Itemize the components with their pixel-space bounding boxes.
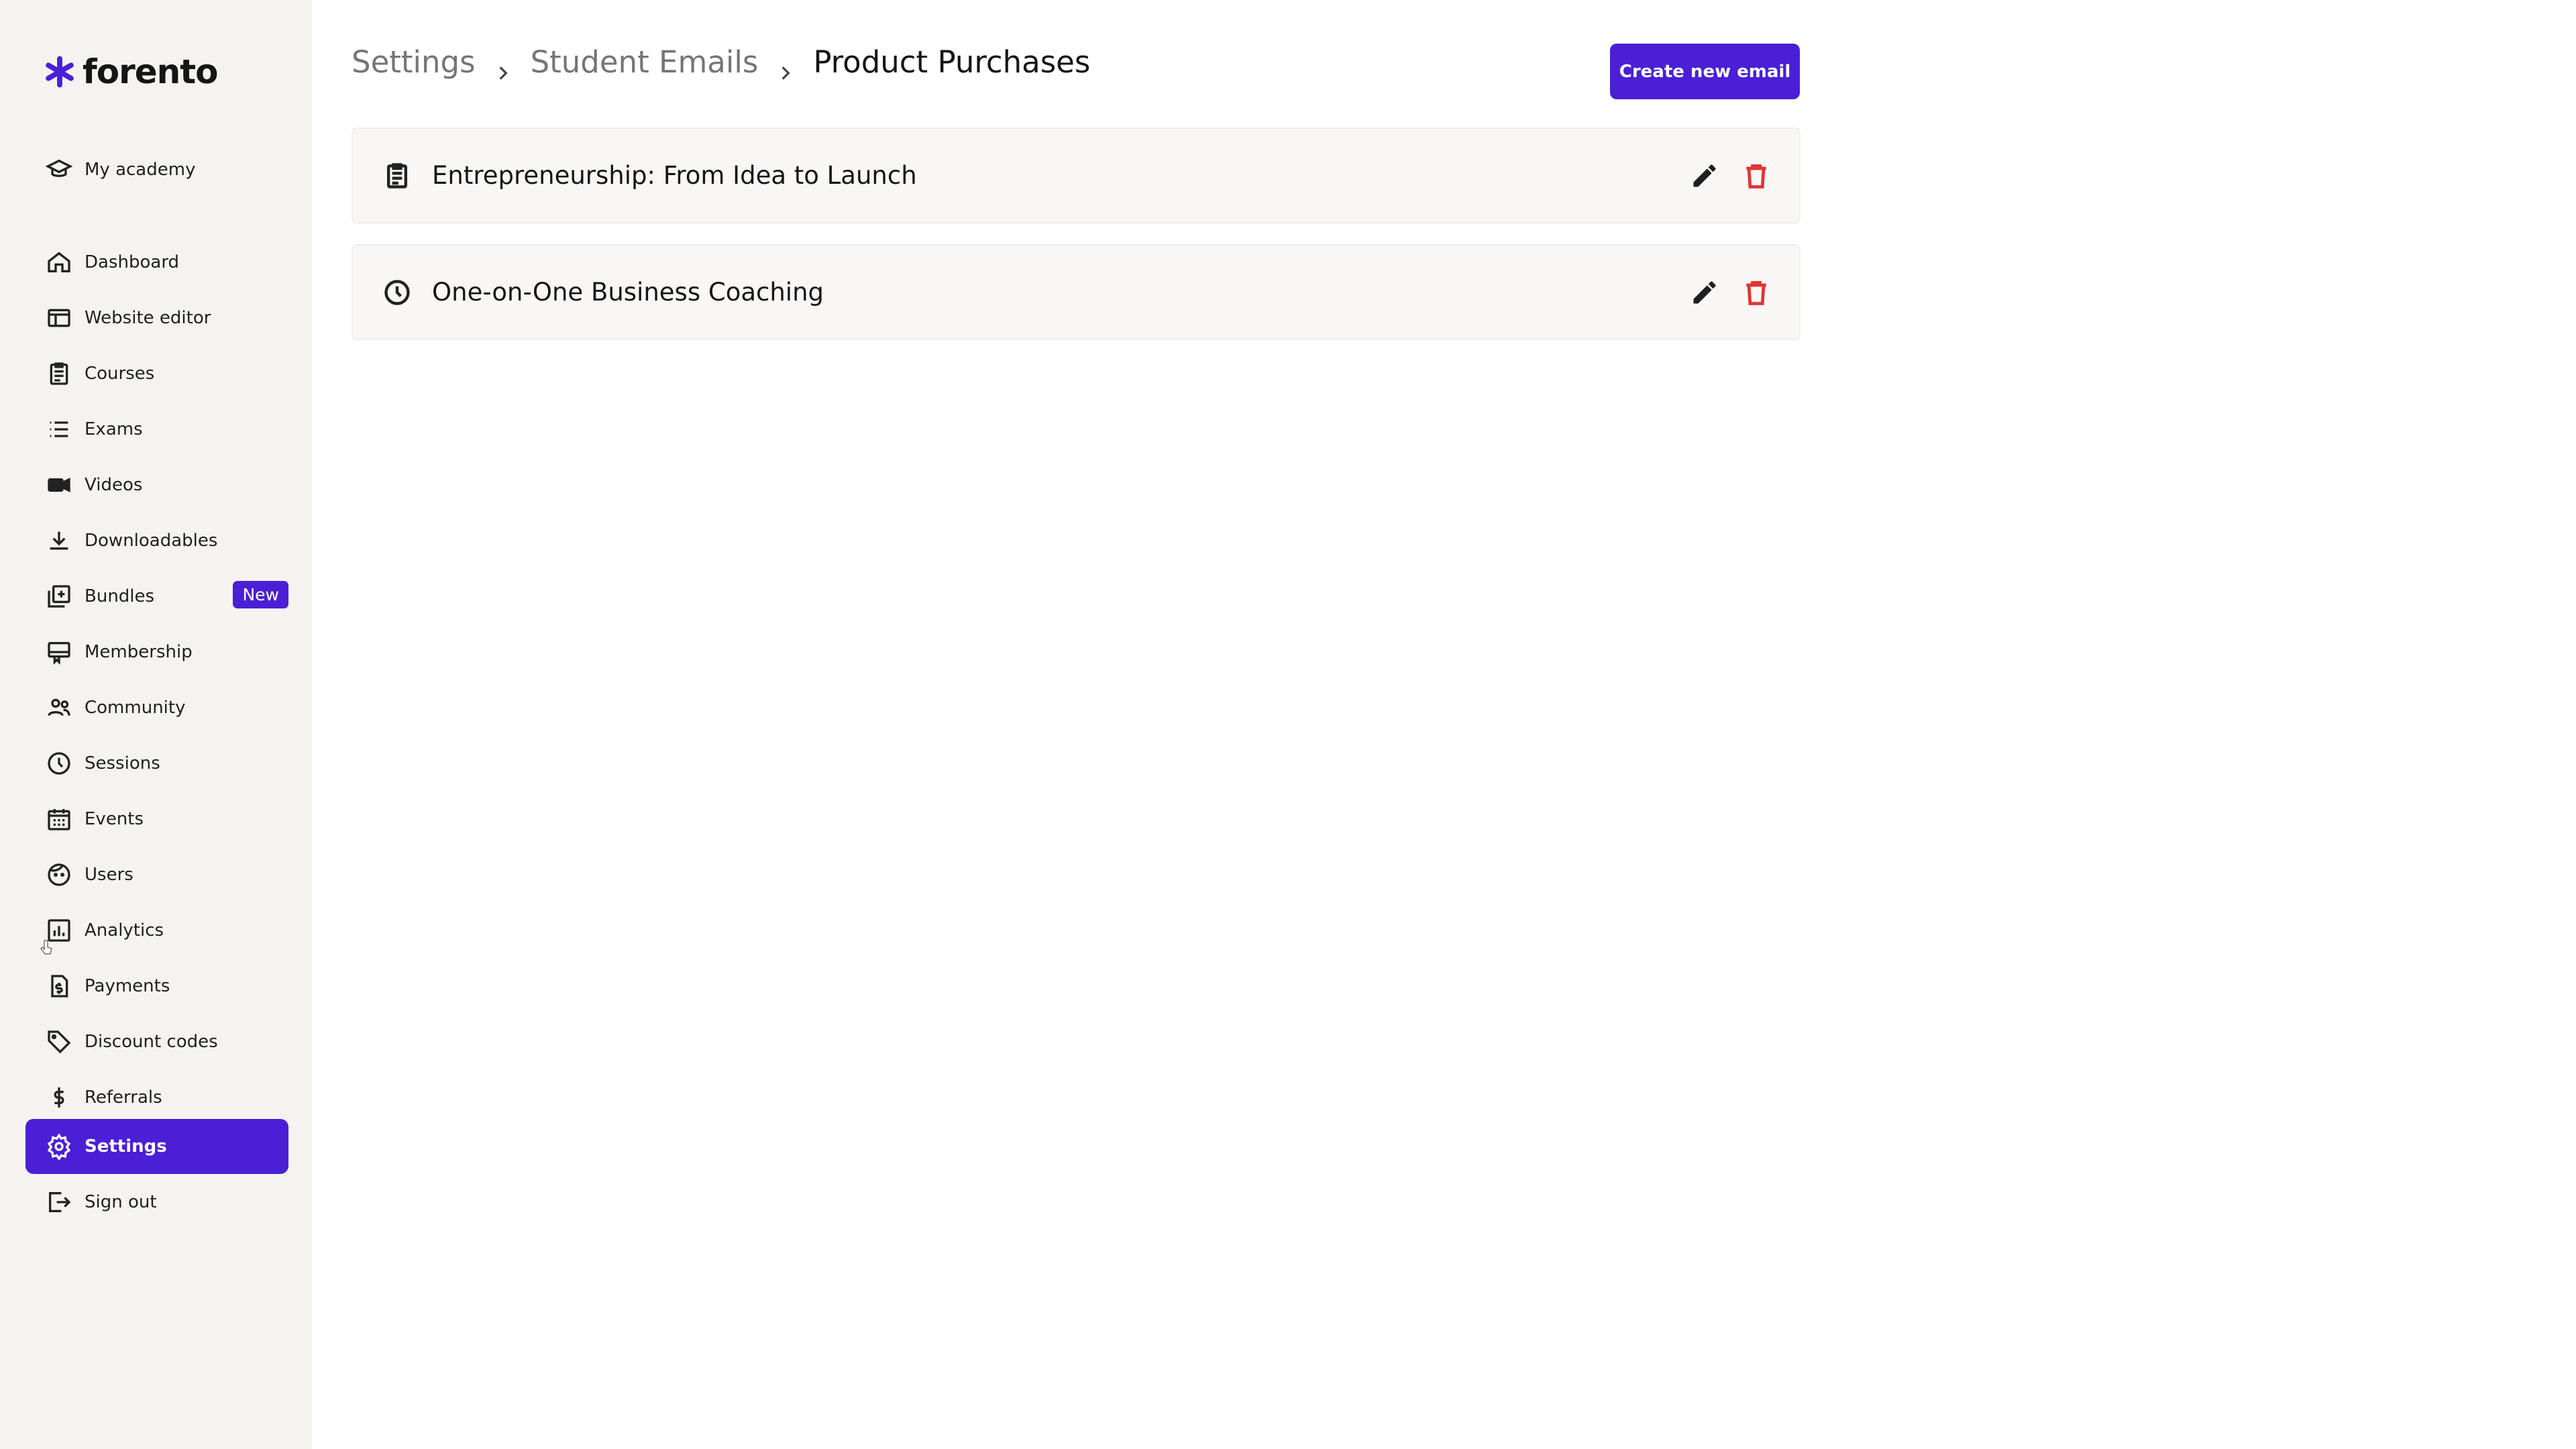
invoice-dollar-icon	[44, 971, 74, 1001]
face-icon	[44, 860, 74, 890]
sidebar-item-membership[interactable]: Membership	[25, 625, 288, 680]
sidebar-item-videos[interactable]: Videos	[25, 458, 288, 513]
breadcrumb-student-emails[interactable]: Student Emails	[531, 44, 759, 80]
sidebar-item-label: Settings	[85, 1136, 167, 1157]
email-title: One-on-One Business Coaching	[432, 278, 824, 307]
clipboard-icon	[44, 359, 74, 388]
sidebar-item-label: Analytics	[85, 920, 164, 941]
sidebar-item-referrals[interactable]: Referrals	[25, 1070, 288, 1125]
video-camera-icon	[44, 470, 74, 500]
sidebar-item-label: My academy	[85, 160, 196, 180]
delete-trash-icon[interactable]	[1741, 161, 1771, 191]
home-icon	[44, 248, 74, 277]
sidebar-item-label: Downloadables	[85, 531, 218, 551]
membership-card-icon	[44, 637, 74, 667]
sidebar-item-exams[interactable]: Exams	[25, 402, 288, 457]
sidebar-item-label: Referrals	[85, 1087, 162, 1108]
sidebar-item-label: Payments	[85, 976, 170, 996]
sidebar-item-downloadables[interactable]: Downloadables	[25, 513, 288, 568]
sidebar-item-community[interactable]: Community	[25, 680, 288, 735]
sidebar-item-website-editor[interactable]: Website editor	[25, 290, 288, 345]
sidebar-item-my-academy[interactable]: My academy	[25, 142, 288, 197]
chevron-right-icon	[777, 54, 794, 80]
bundle-add-icon	[44, 582, 74, 611]
email-card[interactable]: One-on-One Business Coaching	[352, 244, 1801, 340]
sidebar-item-courses[interactable]: Courses	[25, 346, 288, 401]
hand-cursor-icon	[40, 940, 52, 955]
new-badge: New	[233, 581, 288, 608]
dollar-icon	[44, 1083, 74, 1112]
email-title: Entrepreneurship: From Idea to Launch	[432, 161, 917, 190]
sidebar-item-label: Sign out	[85, 1192, 157, 1212]
sidebar-item-bundles[interactable]: Bundles New	[25, 569, 288, 624]
edit-pencil-icon[interactable]	[1690, 161, 1719, 191]
clock-icon	[382, 278, 412, 307]
email-card[interactable]: Entrepreneurship: From Idea to Launch	[352, 127, 1801, 223]
sidebar-item-label: Bundles	[85, 586, 155, 606]
page-title: Product Purchases	[813, 44, 1091, 80]
sidebar-item-sign-out[interactable]: Sign out	[25, 1175, 288, 1230]
sidebar-item-label: Users	[85, 865, 133, 885]
sidebar-item-users[interactable]: Users	[25, 847, 288, 902]
download-icon	[44, 526, 74, 555]
browser-window-icon	[44, 303, 74, 333]
sidebar-item-label: Videos	[85, 475, 143, 495]
chevron-right-icon	[494, 54, 512, 80]
sidebar: forento My academy Dashboard Website edi…	[0, 0, 312, 1449]
sidebar-item-label: Discount codes	[85, 1032, 218, 1052]
clipboard-icon	[382, 161, 412, 191]
sidebar-item-payments[interactable]: Payments	[25, 959, 288, 1014]
sidebar-item-label: Dashboard	[85, 252, 180, 272]
sidebar-item-analytics[interactable]: Analytics	[25, 903, 288, 958]
delete-trash-icon[interactable]	[1741, 278, 1771, 307]
logo-text: forento	[83, 52, 219, 91]
sidebar-item-label: Community	[85, 698, 186, 718]
breadcrumb: Settings Student Emails Product Purchase…	[352, 44, 1090, 80]
list-icon	[44, 415, 74, 444]
sidebar-item-label: Website editor	[85, 308, 211, 328]
sign-out-icon	[44, 1187, 74, 1217]
calendar-icon	[44, 804, 74, 834]
edit-pencil-icon[interactable]	[1690, 278, 1719, 307]
sidebar-item-label: Exams	[85, 419, 143, 439]
tag-icon	[44, 1027, 74, 1057]
sidebar-item-label: Sessions	[85, 753, 160, 773]
sidebar-item-events[interactable]: Events	[25, 792, 288, 847]
logo[interactable]: forento	[42, 52, 219, 91]
gear-icon	[44, 1132, 74, 1161]
academy-cap-icon	[44, 155, 74, 184]
people-icon	[44, 693, 74, 722]
clock-icon	[44, 749, 74, 778]
create-new-email-button[interactable]: Create new email	[1610, 44, 1800, 99]
sidebar-item-label: Events	[85, 809, 144, 829]
sidebar-item-discount-codes[interactable]: Discount codes	[25, 1014, 288, 1069]
sidebar-item-label: Membership	[85, 642, 193, 662]
sidebar-item-sessions[interactable]: Sessions	[25, 736, 288, 791]
sidebar-item-dashboard[interactable]: Dashboard	[25, 235, 288, 290]
breadcrumb-settings[interactable]: Settings	[352, 44, 476, 80]
sidebar-item-label: Courses	[85, 364, 155, 384]
sidebar-item-settings[interactable]: Settings	[25, 1119, 288, 1174]
asterisk-logo-icon	[46, 56, 74, 88]
